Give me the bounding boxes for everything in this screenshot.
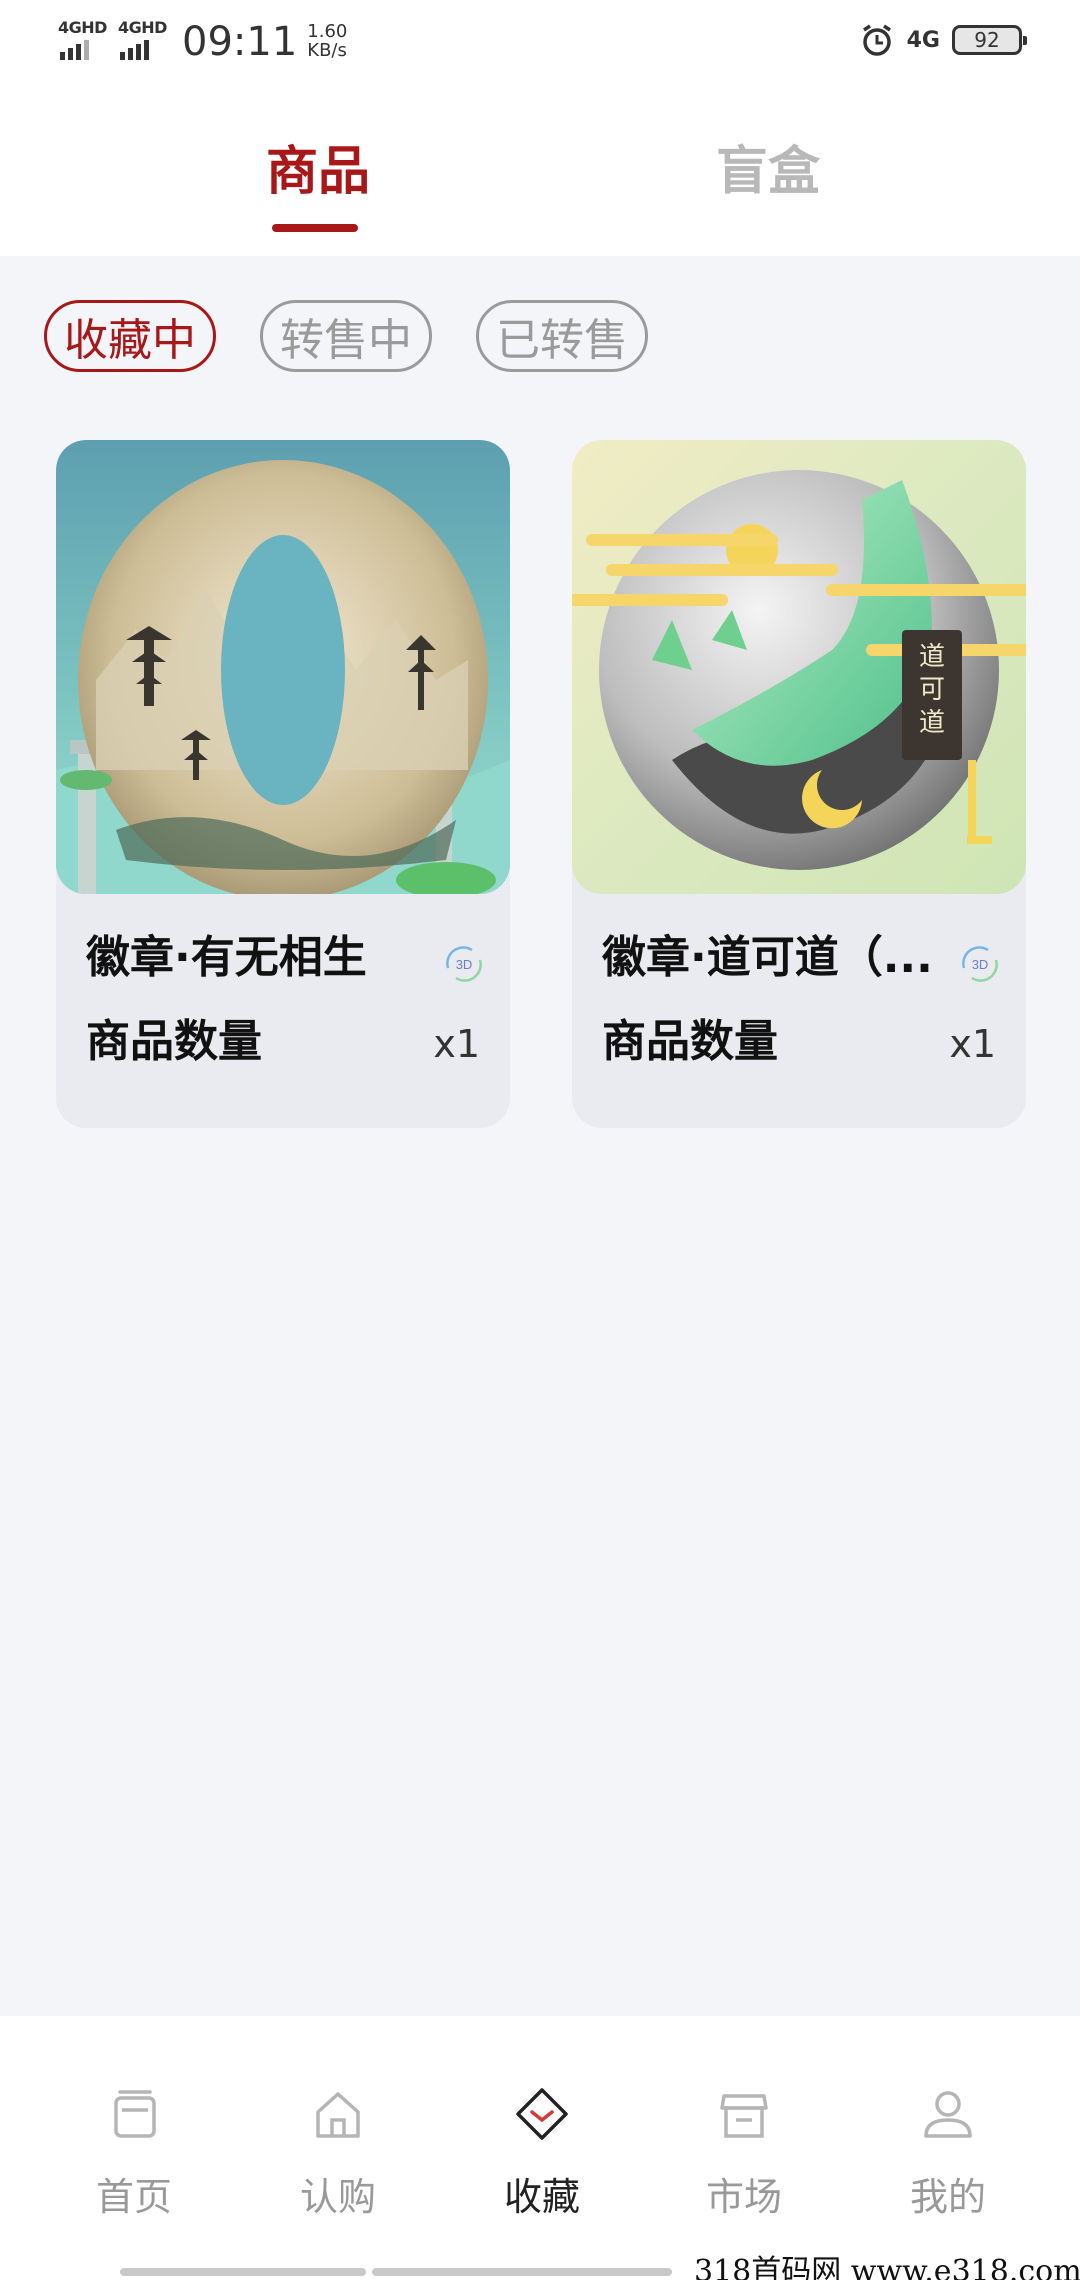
nav-label: 我的: [909, 2175, 986, 2219]
nav-label: 首页: [95, 2175, 172, 2219]
svg-text:道: 道: [919, 642, 945, 672]
home-cards-icon: [114, 2090, 156, 2138]
quantity-label: 商品数量: [602, 1016, 778, 1067]
status-right: 4G 92: [859, 22, 1027, 58]
badge-artwork-image: 道 可 道: [572, 440, 1026, 894]
quantity-value: x1: [433, 1022, 480, 1066]
speed-value: 1.60: [307, 21, 348, 42]
top-tabs: 商品 盲盒: [0, 84, 1080, 256]
bottom-nav: 首页 认购 收藏 市场 我的: [0, 2016, 1080, 2280]
3d-badge-label: 3D: [456, 957, 473, 972]
nav-label: 收藏: [503, 2175, 580, 2219]
nav-market[interactable]: 市场: [684, 2086, 804, 2219]
sim2-label: 4GHD: [118, 18, 167, 37]
store-icon: [720, 2094, 768, 2138]
filter-collected[interactable]: 收藏中: [44, 300, 216, 372]
3d-badge-icon: 3D: [962, 946, 998, 982]
3d-badge-icon: 3D: [446, 946, 482, 982]
svg-text:可: 可: [919, 675, 945, 705]
network-type: 4G: [906, 27, 940, 53]
home-indicator[interactable]: [372, 2268, 672, 2276]
signal-icon: 4GHD: [118, 18, 167, 60]
collect-icon: [516, 2088, 568, 2140]
alarm-icon: [862, 24, 891, 56]
sim1-label: 4GHD: [58, 18, 107, 37]
quantity-label: 商品数量: [86, 1016, 262, 1067]
status-bar: 4GHD 4GHD 09:11 1.60 KB/s 4G 92: [0, 0, 1080, 84]
item-name: 徽章·道可道（...: [602, 932, 933, 983]
3d-badge-label: 3D: [972, 957, 989, 972]
item-name: 徽章·有无相生: [86, 932, 367, 983]
active-tab-indicator: [272, 224, 358, 232]
nav-home[interactable]: 首页: [74, 2086, 194, 2219]
filter-reselling[interactable]: 转售中: [260, 300, 432, 372]
tab-blind-box[interactable]: 盲盒: [716, 142, 820, 202]
clock: 09:11: [182, 19, 298, 65]
battery-level: 92: [974, 28, 1000, 52]
nav-collection[interactable]: 收藏: [482, 2086, 602, 2219]
svg-text:道: 道: [919, 708, 945, 738]
tab-goods[interactable]: 商品: [266, 142, 370, 202]
battery-icon: 92: [952, 25, 1027, 55]
network-speed: 1.60 KB/s: [307, 22, 347, 60]
collection-card[interactable]: 道 可 道 徽章·道可道（... 3D 商品数量 x1: [572, 440, 1026, 1128]
profile-icon: [924, 2091, 972, 2138]
nav-label: 市场: [705, 2175, 782, 2219]
signal-icon: 4GHD: [58, 18, 107, 60]
nav-label: 认购: [299, 2175, 376, 2219]
house-icon: [316, 2092, 360, 2138]
collection-card[interactable]: 徽章·有无相生 3D 商品数量 x1: [56, 440, 510, 1128]
status-left: 4GHD 4GHD 09:11 1.60 KB/s: [58, 18, 347, 66]
nav-profile[interactable]: 我的: [888, 2086, 1008, 2219]
home-indicator[interactable]: [120, 2268, 366, 2276]
filter-resold[interactable]: 已转售: [476, 300, 648, 372]
watermark: 318首码网 www.e318.com: [694, 2254, 1080, 2280]
nav-subscribe[interactable]: 认购: [278, 2086, 398, 2219]
badge-artwork-image: [56, 440, 510, 894]
speed-unit: KB/s: [307, 40, 347, 61]
quantity-value: x1: [949, 1022, 996, 1066]
